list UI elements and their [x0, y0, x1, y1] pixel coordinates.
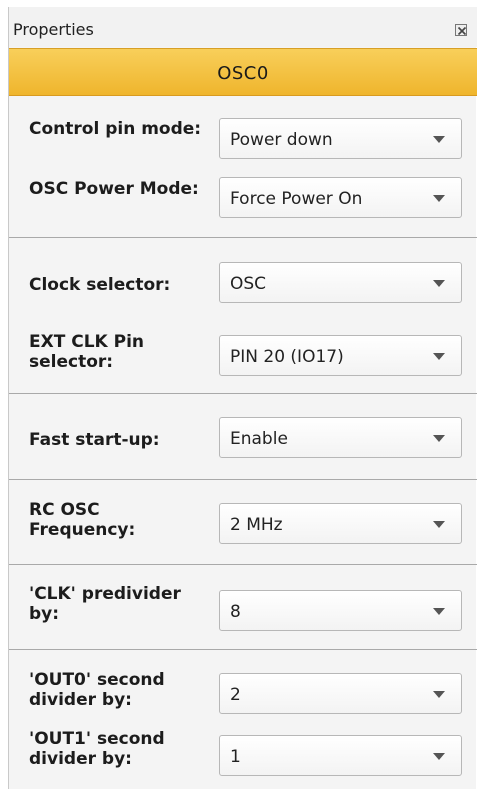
component-header: OSC0: [9, 48, 477, 96]
out0-second-divider-value: 2: [230, 685, 241, 705]
rc-osc-frequency-label: RC OSC Frequency:: [29, 500, 136, 540]
panel-titlebar: Properties: [9, 7, 477, 47]
osc-power-mode-label: OSC Power Mode:: [29, 179, 199, 199]
rc-osc-frequency-select[interactable]: 2 MHz: [219, 503, 462, 544]
properties-panel: Properties OSC0 Control pin mode: Power …: [8, 7, 477, 789]
control-pin-mode-value: Power down: [230, 130, 333, 150]
out0-second-divider-label: 'OUT0' second divider by:: [29, 670, 165, 710]
clk-predivider-value: 8: [230, 602, 241, 622]
chevron-down-icon: [433, 280, 445, 287]
osc-power-mode-select[interactable]: Force Power On: [219, 177, 462, 218]
out1-second-divider-value: 1: [230, 747, 241, 767]
ext-clk-pin-selector-value: PIN 20 (IO17): [230, 347, 344, 367]
section-divider: [9, 564, 477, 565]
osc-power-mode-value: Force Power On: [230, 189, 363, 209]
chevron-down-icon: [433, 353, 445, 360]
section-divider: [9, 649, 477, 650]
fast-start-up-select[interactable]: Enable: [219, 417, 462, 458]
section-divider: [9, 237, 477, 238]
fast-start-up-label: Fast start-up:: [29, 430, 160, 450]
control-pin-mode-label: Control pin mode:: [29, 119, 202, 139]
section-divider: [9, 393, 477, 394]
close-button[interactable]: [455, 24, 467, 36]
chevron-down-icon: [433, 608, 445, 615]
chevron-down-icon: [433, 435, 445, 442]
rc-osc-frequency-value: 2 MHz: [230, 515, 283, 535]
clock-selector-value: OSC: [230, 274, 267, 294]
chevron-down-icon: [433, 521, 445, 528]
chevron-down-icon: [433, 691, 445, 698]
out0-second-divider-select[interactable]: 2: [219, 673, 462, 714]
close-icon: [457, 26, 467, 36]
chevron-down-icon: [433, 136, 445, 143]
ext-clk-pin-selector-label: EXT CLK Pin selector:: [29, 332, 145, 372]
clock-selector-label: Clock selector:: [29, 275, 171, 295]
panel-title: Properties: [13, 20, 94, 39]
ext-clk-pin-selector-select[interactable]: PIN 20 (IO17): [219, 335, 462, 376]
clk-predivider-select[interactable]: 8: [219, 590, 462, 631]
fast-start-up-value: Enable: [230, 429, 288, 449]
chevron-down-icon: [433, 195, 445, 202]
section-divider: [9, 479, 477, 480]
chevron-down-icon: [433, 753, 445, 760]
control-pin-mode-select[interactable]: Power down: [219, 118, 462, 159]
out1-second-divider-select[interactable]: 1: [219, 735, 462, 776]
clock-selector-select[interactable]: OSC: [219, 262, 462, 303]
clk-predivider-label: 'CLK' predivider by:: [29, 584, 181, 624]
component-name: OSC0: [217, 63, 269, 84]
out1-second-divider-label: 'OUT1' second divider by:: [29, 729, 165, 769]
